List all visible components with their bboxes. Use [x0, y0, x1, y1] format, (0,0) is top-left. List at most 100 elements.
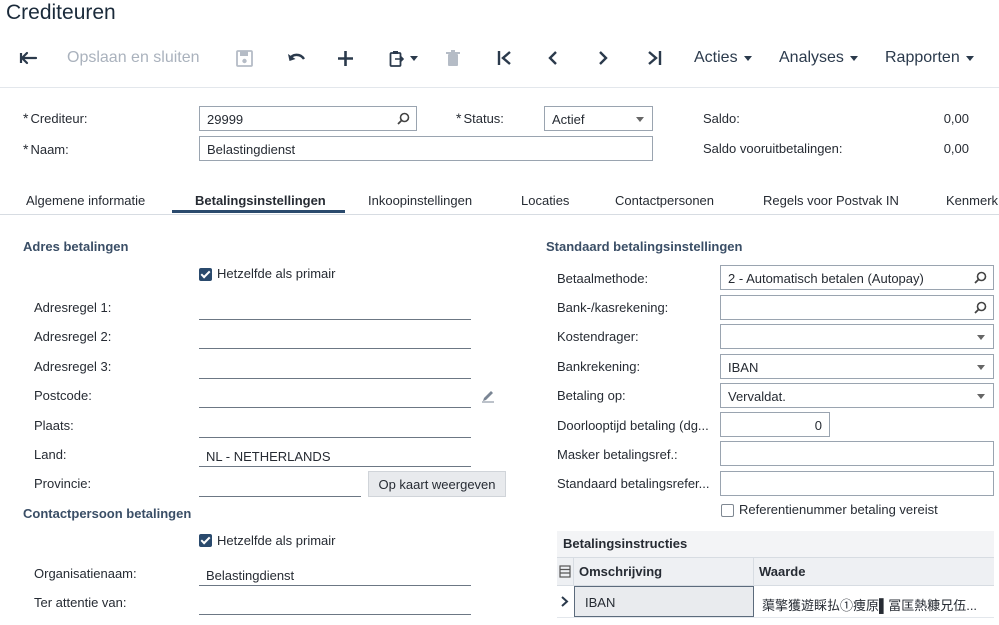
column-header-value[interactable]: Waarde [759, 564, 805, 579]
mask-input[interactable] [720, 441, 994, 466]
description-cell[interactable]: IBAN [574, 586, 754, 617]
column-divider [753, 558, 754, 585]
city-input[interactable] [199, 416, 471, 438]
address2-label: Adresregel 2: [34, 329, 112, 344]
search-icon[interactable] [974, 301, 987, 317]
tab-purchase-settings[interactable]: Inkoopinstellingen [368, 193, 472, 208]
undo-icon[interactable] [285, 45, 307, 71]
chevron-down-icon [965, 55, 974, 61]
add-icon[interactable] [334, 45, 356, 71]
address1-input[interactable] [199, 298, 471, 320]
chevron-down-icon [977, 365, 985, 370]
actions-menu-label: Acties [694, 49, 738, 66]
payment-instructions-header: Betalingsinstructies [557, 531, 994, 557]
name-label: * Naam: [23, 141, 69, 157]
address3-input[interactable] [199, 357, 471, 379]
column-header-description[interactable]: Omschrijving [579, 564, 662, 579]
tab-attributes[interactable]: Kenmerk [946, 193, 998, 208]
tab-payment-settings[interactable]: Betalingsinstellingen [195, 193, 326, 208]
page-title: Crediteuren [6, 1, 116, 24]
organisation-label: Organisatienaam: [34, 566, 137, 581]
cost-bearer-select[interactable] [720, 324, 994, 349]
name-field[interactable]: Belastingdienst [199, 136, 653, 161]
row-description: IBAN [585, 595, 616, 610]
analyses-menu-label: Analyses [779, 49, 844, 66]
std-ref-label: Standaard betalingsrefer... [557, 476, 710, 491]
postcode-label: Postcode: [34, 388, 92, 403]
previous-record-icon[interactable] [544, 45, 562, 71]
analyses-menu[interactable]: Analyses [779, 45, 858, 71]
chevron-down-icon [743, 55, 752, 61]
payment-address-title: Adres betalingen [23, 239, 129, 254]
same-as-primary-contact-label: Hetzelfde als primair [217, 533, 336, 548]
cash-account-field[interactable] [720, 295, 994, 320]
country-input[interactable]: NL - NETHERLANDS [199, 445, 471, 467]
status-label: * Status: [456, 110, 504, 126]
address3-label: Adresregel 3: [34, 359, 112, 374]
payment-instructions-title: Betalingsinstructies [563, 536, 688, 551]
search-icon[interactable] [974, 271, 987, 287]
province-input[interactable] [199, 475, 361, 497]
prepay-balance-label: Saldo vooruitbetalingen: [703, 141, 843, 156]
payment-method-field[interactable]: 2 - Automatisch betalen (Autopay) [720, 265, 994, 290]
same-as-primary-address-checkbox[interactable] [199, 268, 212, 281]
mask-label: Masker betalingsref.: [557, 447, 678, 462]
organisation-input[interactable]: Belastingdienst [199, 564, 471, 586]
province-label: Provincie: [34, 476, 92, 491]
vendor-value: 29999 [207, 112, 244, 127]
attention-input[interactable] [199, 593, 471, 615]
last-record-icon[interactable] [644, 45, 664, 71]
bank-account-select[interactable]: IBAN [720, 354, 994, 379]
reports-menu[interactable]: Rapporten [885, 45, 974, 71]
next-record-icon[interactable] [594, 45, 612, 71]
prepay-balance-value: 0,00 [943, 141, 969, 156]
postcode-input[interactable] [199, 386, 471, 408]
tab-locations[interactable]: Locaties [521, 193, 569, 208]
copy-paste-icon[interactable] [386, 45, 420, 71]
cash-account-label: Bank-/kasrekening: [557, 300, 669, 315]
ref-required-label: Referentienummer betaling vereist [739, 502, 938, 517]
row-value[interactable]: 蕖擎獲遊睬払①痩原▌冨匡熱糠兄伍... [762, 595, 990, 614]
delete-icon[interactable] [444, 45, 462, 71]
first-record-icon[interactable] [495, 45, 515, 71]
table-row[interactable]: IBAN 蕖擎獲遊睬払①痩原▌冨匡熱糠兄伍... [557, 586, 994, 618]
lead-time-input[interactable]: 0 [720, 412, 830, 437]
std-ref-input[interactable] [720, 471, 994, 496]
row-selector-icon[interactable] [560, 595, 569, 610]
status-select[interactable]: Actief [544, 106, 653, 131]
tab-inbox-rules[interactable]: Regels voor Postvak IN [763, 193, 899, 208]
ref-required-checkbox[interactable] [721, 504, 734, 517]
show-on-map-button[interactable]: Op kaart weergeven [368, 471, 506, 497]
balance-label: Saldo: [703, 111, 740, 126]
payment-method-value: 2 - Automatisch betalen (Autopay) [728, 271, 924, 286]
edit-pencil-icon[interactable] [481, 389, 495, 406]
tab-general-info[interactable]: Algemene informatie [26, 193, 145, 208]
back-icon[interactable] [16, 45, 40, 71]
grid-settings-icon[interactable] [557, 558, 574, 585]
bank-account-label: Bankrekening: [557, 359, 641, 374]
save-close-label: Opslaan en sluiten [67, 49, 200, 66]
country-label: Land: [34, 447, 67, 462]
chevron-down-icon [849, 55, 858, 61]
attention-label: Ter attentie van: [34, 595, 127, 610]
pay-by-select[interactable]: Vervaldat. [720, 383, 994, 408]
chevron-down-icon [977, 394, 985, 399]
actions-menu[interactable]: Acties [694, 45, 752, 71]
chevron-down-icon [977, 335, 985, 340]
active-tab-indicator [172, 210, 345, 213]
search-icon[interactable] [397, 112, 410, 128]
same-as-primary-contact-checkbox[interactable] [199, 534, 212, 547]
save-close-button[interactable]: Opslaan en sluiten [67, 45, 200, 71]
cost-bearer-label: Kostendrager: [557, 329, 639, 344]
tab-contacts[interactable]: Contactpersonen [615, 193, 714, 208]
save-icon[interactable] [234, 45, 254, 71]
tab-bar: Algemene informatie Betalingsinstellinge… [0, 187, 999, 215]
address2-input[interactable] [199, 327, 471, 349]
payment-method-label: Betaalmethode: [557, 271, 649, 286]
status-value: Actief [552, 112, 585, 127]
chevron-down-icon [636, 117, 644, 122]
reports-menu-label: Rapporten [885, 49, 960, 66]
toolbar: Opslaan en sluiten Acties Analyses Rappo… [0, 36, 999, 80]
city-label: Plaats: [34, 418, 74, 433]
vendor-field[interactable]: 29999 [199, 106, 417, 131]
